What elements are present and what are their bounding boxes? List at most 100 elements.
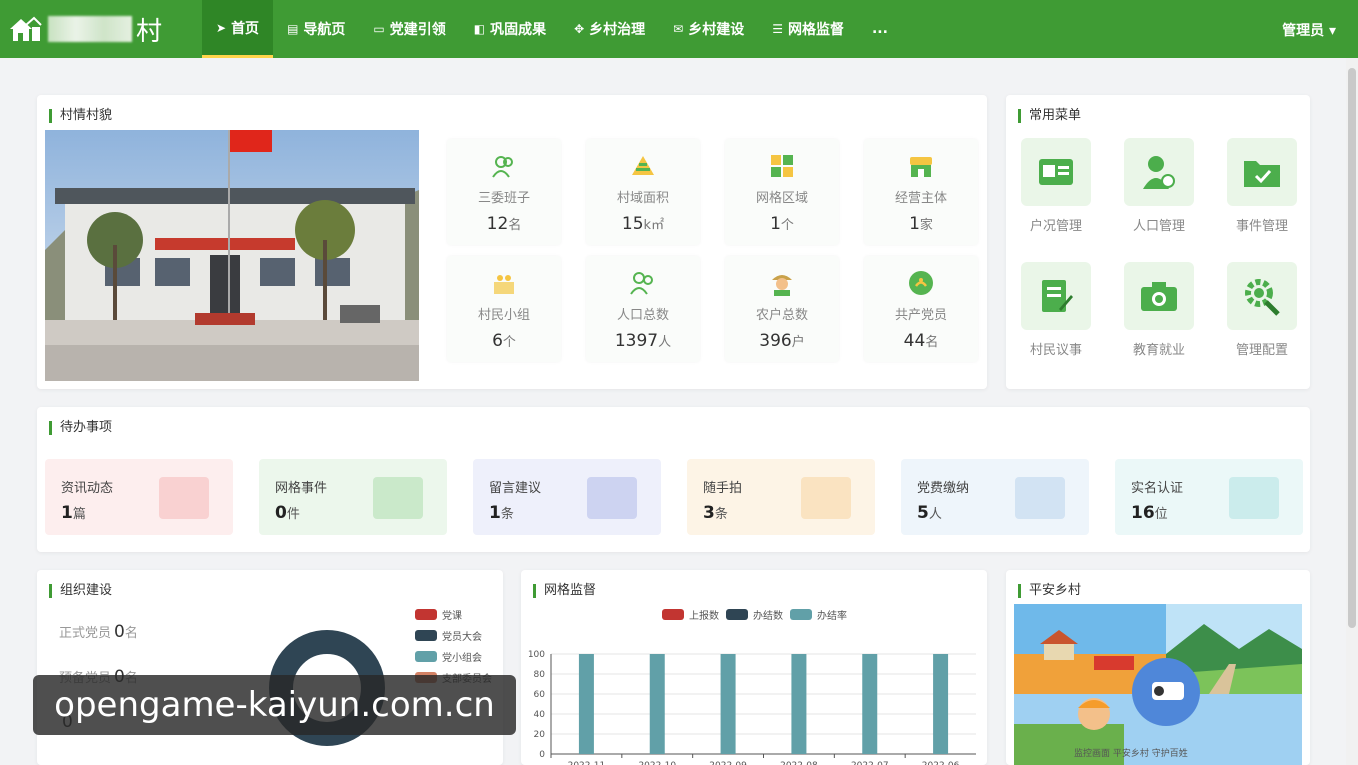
todo-decoration-icon: [159, 477, 209, 519]
todo-item[interactable]: 留言建议 1条: [473, 459, 661, 535]
todo-item[interactable]: 随手拍 3条: [687, 459, 875, 535]
nav-item-icon: ☰: [772, 22, 783, 36]
stat-value-row: 12名: [447, 214, 561, 234]
scrollbar-thumb[interactable]: [1348, 68, 1356, 628]
event-folder-icon: [1227, 138, 1297, 206]
todo-decoration-icon: [1229, 477, 1279, 519]
nav-item-5[interactable]: ✉ 乡村建设: [659, 0, 758, 58]
menu-item-label: 管理配置: [1235, 343, 1288, 358]
stat-tile[interactable]: 网格区域 1个: [725, 139, 839, 245]
bar-2[interactable]: [720, 654, 736, 754]
stat-value: 1: [909, 214, 920, 234]
todo-item[interactable]: 网格事件 0件: [259, 459, 447, 535]
stat-tile[interactable]: 三委班子 12名: [447, 139, 561, 245]
population-user-icon: [1124, 138, 1194, 206]
menu-item-label: 人口管理: [1132, 219, 1185, 234]
x-tick-label: 2022-08: [780, 761, 818, 765]
x-tick-label: 2022-11: [568, 761, 606, 765]
stat-value-row: 15k㎡: [586, 214, 700, 234]
todo-decoration-icon: [801, 477, 851, 519]
stat-value: 396: [759, 331, 792, 351]
main-nav: ➤ 首页 ▤ 导航页 ▭ 党建引领 ◧ 巩固成果 ✥ 乡村治理 ✉ 乡村建设 ☰ 网格监督...: [202, 0, 902, 58]
site-logo[interactable]: 村: [0, 0, 202, 58]
legend-swatch: [415, 651, 437, 662]
nav-item-2[interactable]: ▭ 党建引领: [359, 0, 459, 58]
stat-value: 12: [486, 214, 509, 234]
stat-tile[interactable]: 村域面积 15k㎡: [586, 139, 700, 245]
org-building-card: 组织建设 正式党员0名预备党员0名0 党课党员大会党小组会支部委员会: [37, 570, 503, 765]
todo-item[interactable]: 党费缴纳 5人: [901, 459, 1089, 535]
stat-label: 三委班子: [477, 191, 530, 206]
stat-unit: 家: [919, 218, 933, 233]
safe-title: 平安乡村: [1018, 584, 1081, 598]
bar-2[interactable]: [791, 654, 807, 754]
y-tick-label: 100: [528, 650, 545, 660]
menu-item[interactable]: 户况管理: [1016, 138, 1096, 234]
nav-item-3[interactable]: ◧ 巩固成果: [460, 0, 560, 58]
nav-item-icon: ✥: [574, 22, 585, 36]
committee-icon: [491, 153, 517, 179]
legend-swatch: [415, 630, 437, 641]
page-scrollbar[interactable]: [1346, 58, 1358, 765]
grid-title: 网格监督: [533, 584, 596, 598]
grid-legend-item[interactable]: 办结数: [726, 607, 783, 622]
menu-item[interactable]: 教育就业: [1119, 262, 1199, 358]
todo-value: 1: [489, 503, 501, 523]
stat-tile[interactable]: 共产党员 44名: [864, 256, 978, 362]
menu-item[interactable]: 管理配置: [1222, 262, 1302, 358]
safe-caption: 监控画面 平安乡村 守护百姓: [1074, 749, 1188, 759]
stat-unit: 户: [791, 335, 805, 350]
bar-2[interactable]: [578, 654, 594, 754]
nav-item-icon: ➤: [216, 20, 227, 35]
todo-unit: 件: [286, 507, 300, 522]
village-house-icon: [8, 14, 42, 44]
nav-item-4[interactable]: ✥ 乡村治理: [560, 0, 659, 58]
legend-label: 上报数: [689, 611, 719, 622]
menu-title: 常用菜单: [1018, 109, 1081, 123]
y-tick-label: 60: [534, 690, 546, 700]
nav-item-label: 网格监督: [787, 22, 844, 38]
stat-tile[interactable]: 农户总数 396户: [725, 256, 839, 362]
legend-label: 办结率: [817, 611, 847, 622]
org-legend-item[interactable]: 党员大会: [415, 628, 482, 643]
admin-menu[interactable]: 管理员 ▾: [1282, 20, 1336, 40]
stat-tile[interactable]: 村民小组 6个: [447, 256, 561, 362]
nav-item-0[interactable]: ➤ 首页: [202, 0, 274, 58]
nav-item-label: 乡村建设: [688, 22, 745, 38]
grid-legend-item[interactable]: 办结率: [790, 607, 847, 622]
org-stat-row: 正式党员 0名: [59, 622, 138, 642]
todo-decoration-icon: [1015, 477, 1065, 519]
nav-item-label: 首页: [231, 20, 260, 37]
org-legend-item[interactable]: 党课: [415, 607, 462, 622]
y-tick-label: 20: [534, 730, 546, 740]
grid-legend-item[interactable]: 上报数: [662, 607, 719, 622]
nav-item-icon: ▤: [287, 22, 299, 36]
nav-item-1[interactable]: ▤ 导航页: [273, 0, 359, 58]
todo-value: 16: [1131, 503, 1155, 523]
stat-value-row: 44名: [864, 331, 978, 351]
menu-item-label: 村民议事: [1029, 343, 1082, 358]
nav-item-icon: ▭: [373, 22, 385, 36]
nav-item-label: ...: [871, 21, 888, 37]
stat-tile[interactable]: 人口总数 1397人: [586, 256, 700, 362]
stat-tile[interactable]: 经营主体 1家: [864, 139, 978, 245]
todo-item[interactable]: 资讯动态 1篇: [45, 459, 233, 535]
stat-unit: 名: [925, 335, 939, 350]
todo-unit: 人: [928, 507, 942, 522]
todo-value: 3: [703, 503, 715, 523]
settings-gear-icon: [1227, 262, 1297, 330]
nav-item-6[interactable]: ☰ 网格监督: [758, 0, 858, 58]
menu-item[interactable]: 村民议事: [1016, 262, 1096, 358]
nav-item-7[interactable]: ...: [858, 0, 902, 58]
menu-item-label: 教育就业: [1132, 343, 1185, 358]
legend-swatch: [662, 609, 684, 620]
grid-supervision-card: 网格监督 上报数 办结数 办结率 0 20 40 60 80 100 2022-11 2022-1…: [521, 570, 987, 765]
menu-item[interactable]: 人口管理: [1119, 138, 1199, 234]
org-legend-item[interactable]: 党小组会: [415, 649, 482, 664]
bar-2[interactable]: [862, 654, 878, 754]
stat-unit: 名: [508, 218, 522, 233]
bar-2[interactable]: [649, 654, 665, 754]
menu-item[interactable]: 事件管理: [1222, 138, 1302, 234]
todo-item[interactable]: 实名认证 16位: [1115, 459, 1303, 535]
bar-2[interactable]: [933, 654, 949, 754]
